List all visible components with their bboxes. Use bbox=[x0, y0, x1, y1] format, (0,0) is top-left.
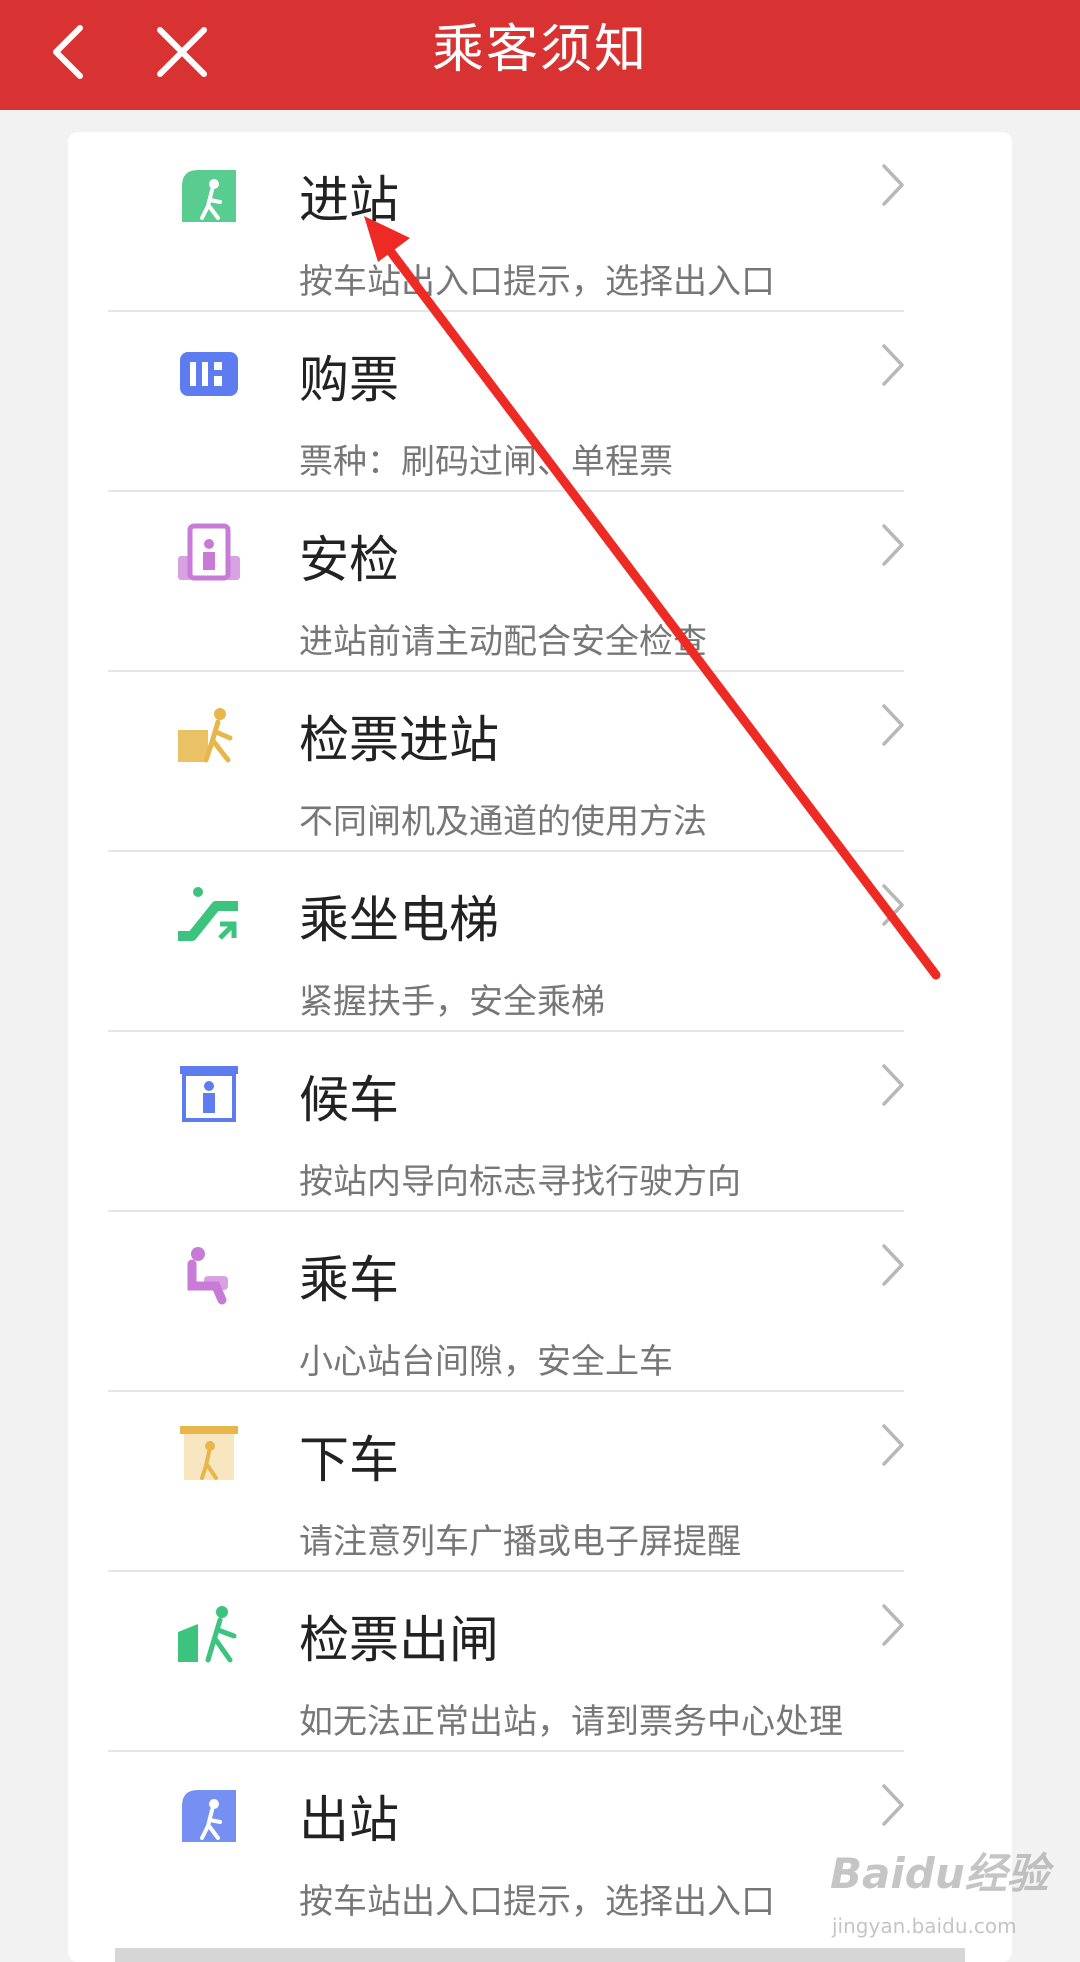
item-description: 按站内导向标志寻找行驶方向 bbox=[299, 1162, 741, 1202]
list-item[interactable]: 进站按车站出入口提示，选择出入口 bbox=[108, 132, 904, 312]
item-title: 候车 bbox=[299, 1071, 399, 1129]
security-check-icon bbox=[178, 523, 240, 581]
list-item[interactable]: 乘坐电梯紧握扶手，安全乘梯 bbox=[108, 852, 904, 1032]
chevron-right-icon bbox=[882, 1244, 904, 1286]
watermark-url: jingyan.baidu.com bbox=[832, 1914, 1017, 1938]
chevron-right-icon bbox=[882, 344, 904, 386]
watermark-text: Baidu经验 bbox=[830, 1849, 1049, 1898]
item-title: 检票出闸 bbox=[299, 1611, 499, 1669]
item-title: 乘车 bbox=[299, 1251, 399, 1309]
escalator-icon bbox=[178, 887, 238, 941]
station-entrance-icon bbox=[182, 170, 236, 222]
item-description: 不同闸机及通道的使用方法 bbox=[299, 802, 707, 842]
bottom-scroll-edge bbox=[115, 1948, 965, 1962]
item-title: 下车 bbox=[299, 1431, 399, 1489]
chevron-right-icon bbox=[882, 1424, 904, 1466]
item-title: 安检 bbox=[299, 531, 399, 589]
item-description: 小心站台间隙，安全上车 bbox=[299, 1342, 673, 1382]
item-description: 按车站出入口提示，选择出入口 bbox=[299, 262, 775, 302]
list-item[interactable]: 安检进站前请主动配合安全检查 bbox=[108, 492, 904, 672]
chevron-right-icon bbox=[882, 1784, 904, 1826]
list-item[interactable]: 乘车小心站台间隙，安全上车 bbox=[108, 1212, 904, 1392]
item-description: 紧握扶手，安全乘梯 bbox=[299, 982, 605, 1022]
item-title: 购票 bbox=[299, 351, 399, 409]
chevron-right-icon bbox=[882, 884, 904, 926]
top-bar: 乘客须知 bbox=[0, 0, 1080, 110]
list-item[interactable]: 检票进站不同闸机及通道的使用方法 bbox=[108, 672, 904, 852]
item-title: 进站 bbox=[299, 171, 399, 229]
chevron-right-icon bbox=[882, 524, 904, 566]
ticket-icon bbox=[180, 352, 238, 396]
list-item[interactable]: 候车按站内导向标志寻找行驶方向 bbox=[108, 1032, 904, 1212]
list-item[interactable]: 购票票种：刷码过闸、单程票 bbox=[108, 312, 904, 492]
chevron-right-icon bbox=[882, 1064, 904, 1106]
exit-train-icon bbox=[180, 1426, 238, 1480]
list-item[interactable]: 下车请注意列车广播或电子屏提醒 bbox=[108, 1392, 904, 1572]
list-item[interactable]: 检票出闸如无法正常出站，请到票务中心处理 bbox=[108, 1572, 904, 1752]
chevron-right-icon bbox=[882, 164, 904, 206]
item-title: 检票进站 bbox=[299, 711, 499, 769]
exit-gate-icon bbox=[178, 1606, 237, 1663]
station-exit-icon bbox=[182, 1790, 236, 1842]
chevron-right-icon bbox=[882, 1604, 904, 1646]
watermark: Baidu经验 jingyan.baidu.com bbox=[820, 1840, 1060, 1950]
list-item[interactable]: 出站按车站出入口提示，选择出入口 bbox=[108, 1752, 904, 1932]
item-description: 进站前请主动配合安全检查 bbox=[299, 622, 707, 662]
waiting-icon bbox=[180, 1066, 238, 1122]
item-title: 出站 bbox=[299, 1791, 399, 1849]
item-description: 按车站出入口提示，选择出入口 bbox=[299, 1882, 775, 1922]
item-description: 票种：刷码过闸、单程票 bbox=[299, 442, 673, 482]
item-description: 请注意列车广播或电子屏提醒 bbox=[299, 1522, 741, 1562]
item-description: 如无法正常出站，请到票务中心处理 bbox=[299, 1702, 843, 1742]
seat-icon bbox=[187, 1247, 228, 1305]
item-title: 乘坐电梯 bbox=[299, 891, 499, 949]
page-title: 乘客须知 bbox=[431, 20, 648, 80]
chevron-right-icon bbox=[882, 704, 904, 746]
ticket-gate-icon bbox=[178, 708, 233, 763]
